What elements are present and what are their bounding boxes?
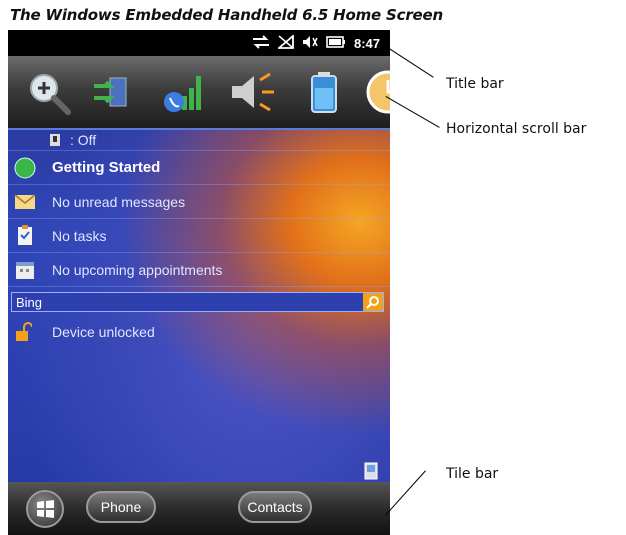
home-items: : Off Getting Started No unread messages… [8, 130, 390, 287]
scroll-bar-callout: Horizontal scroll bar [446, 121, 587, 137]
start-button[interactable] [26, 490, 64, 528]
figure-caption: The Windows Embedded Handheld 6.5 Home S… [10, 6, 443, 24]
list-item-appointments[interactable]: No upcoming appointments [8, 253, 390, 287]
horizontal-scroll-bar[interactable] [8, 56, 390, 130]
tasks-icon [14, 224, 36, 247]
list-item-label: No upcoming appointments [52, 261, 223, 278]
windows-logo-icon [37, 500, 54, 518]
list-item-label: No unread messages [52, 193, 186, 210]
title-bar-callout: Title bar [446, 76, 504, 92]
battery-level-icon[interactable] [300, 68, 348, 116]
tile-bar-callout-line [385, 470, 426, 516]
lock-status-text: Device unlocked [52, 324, 155, 340]
list-item-label: Getting Started [52, 159, 161, 176]
speaker-icon[interactable] [228, 68, 276, 116]
tile-bar: Phone Contacts [8, 482, 390, 535]
phone-signal-icon[interactable] [160, 68, 208, 116]
clock-time[interactable]: 8:47 [354, 36, 380, 51]
list-item-tasks[interactable]: No tasks [8, 219, 390, 253]
device-icon[interactable] [364, 462, 378, 480]
search-icon[interactable] [363, 293, 383, 311]
list-item-getting-started[interactable]: Getting Started [8, 151, 390, 185]
zoom-icon[interactable] [24, 68, 72, 116]
green-dot-icon [14, 157, 36, 179]
search-input[interactable]: Bing [12, 295, 363, 310]
unlocked-padlock-icon [14, 321, 36, 343]
status-text: : Off [70, 132, 97, 148]
list-item-label: No tasks [52, 227, 107, 244]
title-bar[interactable]: 8:47 [8, 30, 390, 56]
clock-icon[interactable] [364, 68, 390, 116]
calendar-icon [14, 259, 36, 281]
status-icon [44, 129, 66, 151]
phone-button[interactable]: Phone [86, 491, 156, 523]
envelope-icon [14, 191, 36, 213]
device-lock-row[interactable]: Device unlocked [8, 317, 390, 347]
scroll-bar-callout-line [385, 96, 440, 128]
list-item[interactable]: : Off [8, 130, 390, 151]
battery-icon[interactable] [326, 35, 346, 51]
device-screen: 8:47: Off Getting Started No unread mes… [8, 30, 390, 535]
signal-icon[interactable] [276, 33, 294, 52]
volume-icon[interactable] [302, 35, 318, 52]
connectivity-icon[interactable] [252, 34, 270, 52]
list-item-messages[interactable]: No unread messages [8, 185, 390, 219]
sync-icon[interactable] [88, 68, 136, 116]
bing-search-bar[interactable]: Bing [11, 292, 384, 312]
tile-bar-callout: Tile bar [446, 466, 499, 482]
contacts-button[interactable]: Contacts [238, 491, 312, 523]
